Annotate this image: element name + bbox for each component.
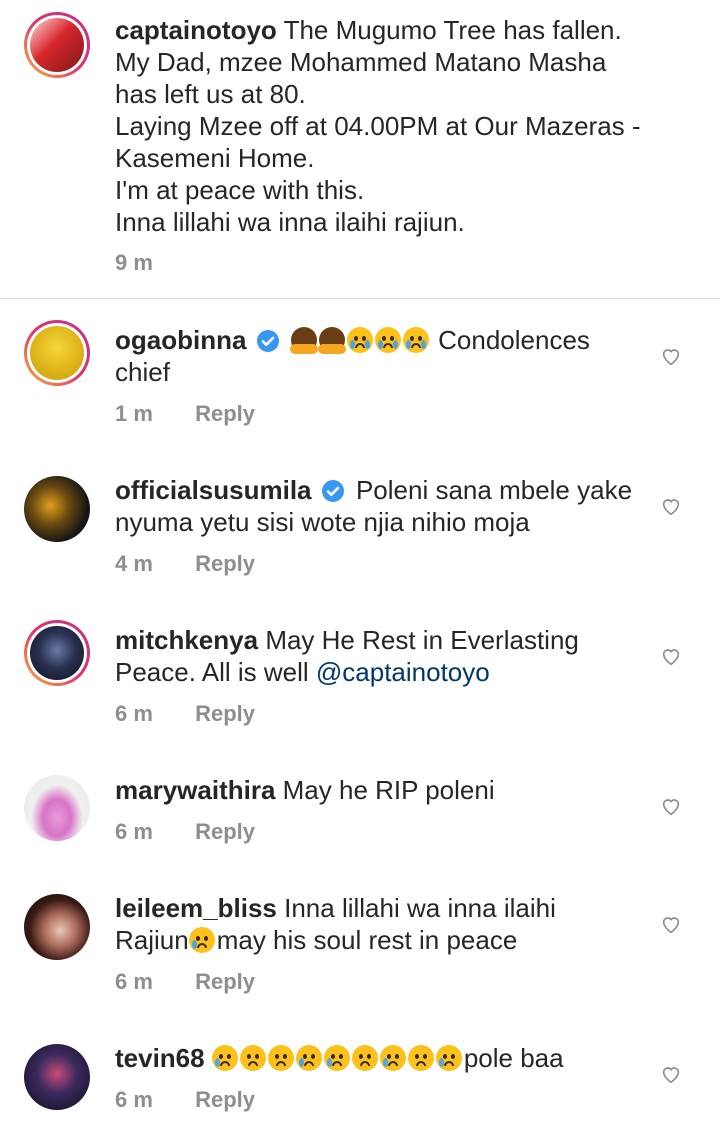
like-heart-icon[interactable] [660, 345, 682, 367]
caption-line: I'm at peace with this. [115, 175, 365, 205]
post-caption: captainotoyo The Mugumo Tree has fallen.… [0, 0, 720, 299]
comment-body: May he RIP poleni [282, 775, 495, 805]
comment-text: officialsusumila Poleni sana mbele yake … [115, 474, 645, 538]
comment-meta: 1 m Reply [115, 401, 255, 427]
sad-emoji-icon [351, 1045, 378, 1071]
avatar-marywaithira[interactable] [24, 775, 90, 841]
comment-username[interactable]: officialsusumila [115, 475, 312, 505]
comment-body: pole baa [463, 1043, 564, 1073]
pray-emoji-icon [317, 327, 346, 354]
caption-line: Inna lillahi wa inna ilaihi rajiun. [115, 207, 465, 237]
like-heart-icon[interactable] [660, 1063, 682, 1085]
caption-line: Laying Mzee off at 04.00PM at Our Mazera… [115, 111, 641, 141]
comment-body: May He Rest in Everlasting [265, 625, 579, 655]
comment-body: chief [115, 357, 170, 387]
like-heart-icon[interactable] [660, 795, 682, 817]
comment-username[interactable]: marywaithira [115, 775, 275, 805]
reply-button[interactable]: Reply [195, 819, 255, 844]
caption-line: My Dad, mzee Mohammed Matano Masha [115, 47, 607, 77]
comment-body: Poleni sana mbele yake [355, 475, 633, 505]
like-heart-icon[interactable] [660, 645, 682, 667]
comment-text: mitchkenya May He Rest in Everlasting Pe… [115, 624, 645, 688]
crying-emoji-icon [435, 1045, 462, 1071]
crying-emoji-icon [323, 1045, 350, 1071]
crying-emoji-icon [295, 1045, 322, 1071]
crying-emoji-icon [346, 327, 373, 353]
comment-username[interactable]: mitchkenya [115, 625, 258, 655]
comment-text: marywaithira May he RIP poleni [115, 774, 645, 806]
crying-emoji-icon [188, 927, 215, 953]
comment-body: Condolences [438, 325, 590, 355]
avatar-mitchkenya[interactable] [24, 620, 90, 686]
comment-body: may his soul rest in peace [216, 925, 518, 955]
verified-badge-icon [256, 330, 279, 352]
comment-username[interactable]: leileem_bliss [115, 893, 277, 923]
timestamp: 1 m [115, 401, 153, 426]
crying-emoji-icon [379, 1045, 406, 1071]
timestamp: 6 m [115, 1087, 153, 1112]
caption-line: Kasemeni Home. [115, 143, 315, 173]
timestamp: 6 m [115, 969, 153, 994]
timestamp: 6 m [115, 701, 153, 726]
timestamp: 4 m [115, 551, 153, 576]
like-heart-icon[interactable] [660, 913, 682, 935]
avatar-ogaobinna[interactable] [24, 320, 90, 386]
comment-text: leileem_bliss Inna lillahi wa inna ilaih… [115, 892, 645, 956]
avatar-tevin68[interactable] [24, 1044, 90, 1110]
crying-emoji-icon [374, 327, 401, 353]
comment-text: tevin68 pole baa [115, 1042, 645, 1074]
sad-emoji-icon [407, 1045, 434, 1071]
caption-username[interactable]: captainotoyo [115, 15, 277, 45]
crying-emoji-icon [402, 327, 429, 353]
comment-meta: 4 m Reply [115, 551, 255, 577]
verified-badge-icon [321, 480, 344, 502]
reply-button[interactable]: Reply [195, 701, 255, 726]
caption-line: The Mugumo Tree has fallen. [283, 15, 622, 45]
avatar-leileem_bliss[interactable] [24, 894, 90, 960]
timestamp: 6 m [115, 819, 153, 844]
timestamp: 9 m [115, 250, 153, 275]
reply-button[interactable]: Reply [195, 401, 255, 426]
comment-meta: 6 m Reply [115, 969, 255, 995]
comment-body: Rajiun [115, 925, 189, 955]
comment-username[interactable]: ogaobinna [115, 325, 246, 355]
crying-emoji-icon [211, 1045, 238, 1071]
comment-username[interactable]: tevin68 [115, 1043, 205, 1073]
like-heart-icon[interactable] [660, 495, 682, 517]
reply-button[interactable]: Reply [195, 1087, 255, 1112]
pray-emoji-icon [289, 327, 318, 354]
comment-meta: 6 m Reply [115, 819, 255, 845]
avatar-officialsusumila[interactable] [24, 476, 90, 542]
sad-emoji-icon [239, 1045, 266, 1071]
comment-text: ogaobinna Condolences chief [115, 324, 645, 388]
mention-link[interactable]: @captainotoyo [316, 657, 490, 687]
comment-meta: 6 m Reply [115, 1087, 255, 1113]
comment-body: nyuma yetu sisi wote njia nihio moja [115, 507, 530, 537]
comment-body: Inna lillahi wa inna ilaihi [284, 893, 556, 923]
reply-button[interactable]: Reply [195, 551, 255, 576]
comment-meta: 6 m Reply [115, 701, 255, 727]
comment-body: Peace. All is well [115, 657, 309, 687]
caption-meta: 9 m [115, 250, 189, 276]
caption-text: captainotoyo The Mugumo Tree has fallen.… [115, 14, 680, 238]
avatar-captainotoyo[interactable] [24, 12, 90, 78]
reply-button[interactable]: Reply [195, 969, 255, 994]
caption-line: has left us at 80. [115, 79, 306, 109]
sad-emoji-icon [267, 1045, 294, 1071]
